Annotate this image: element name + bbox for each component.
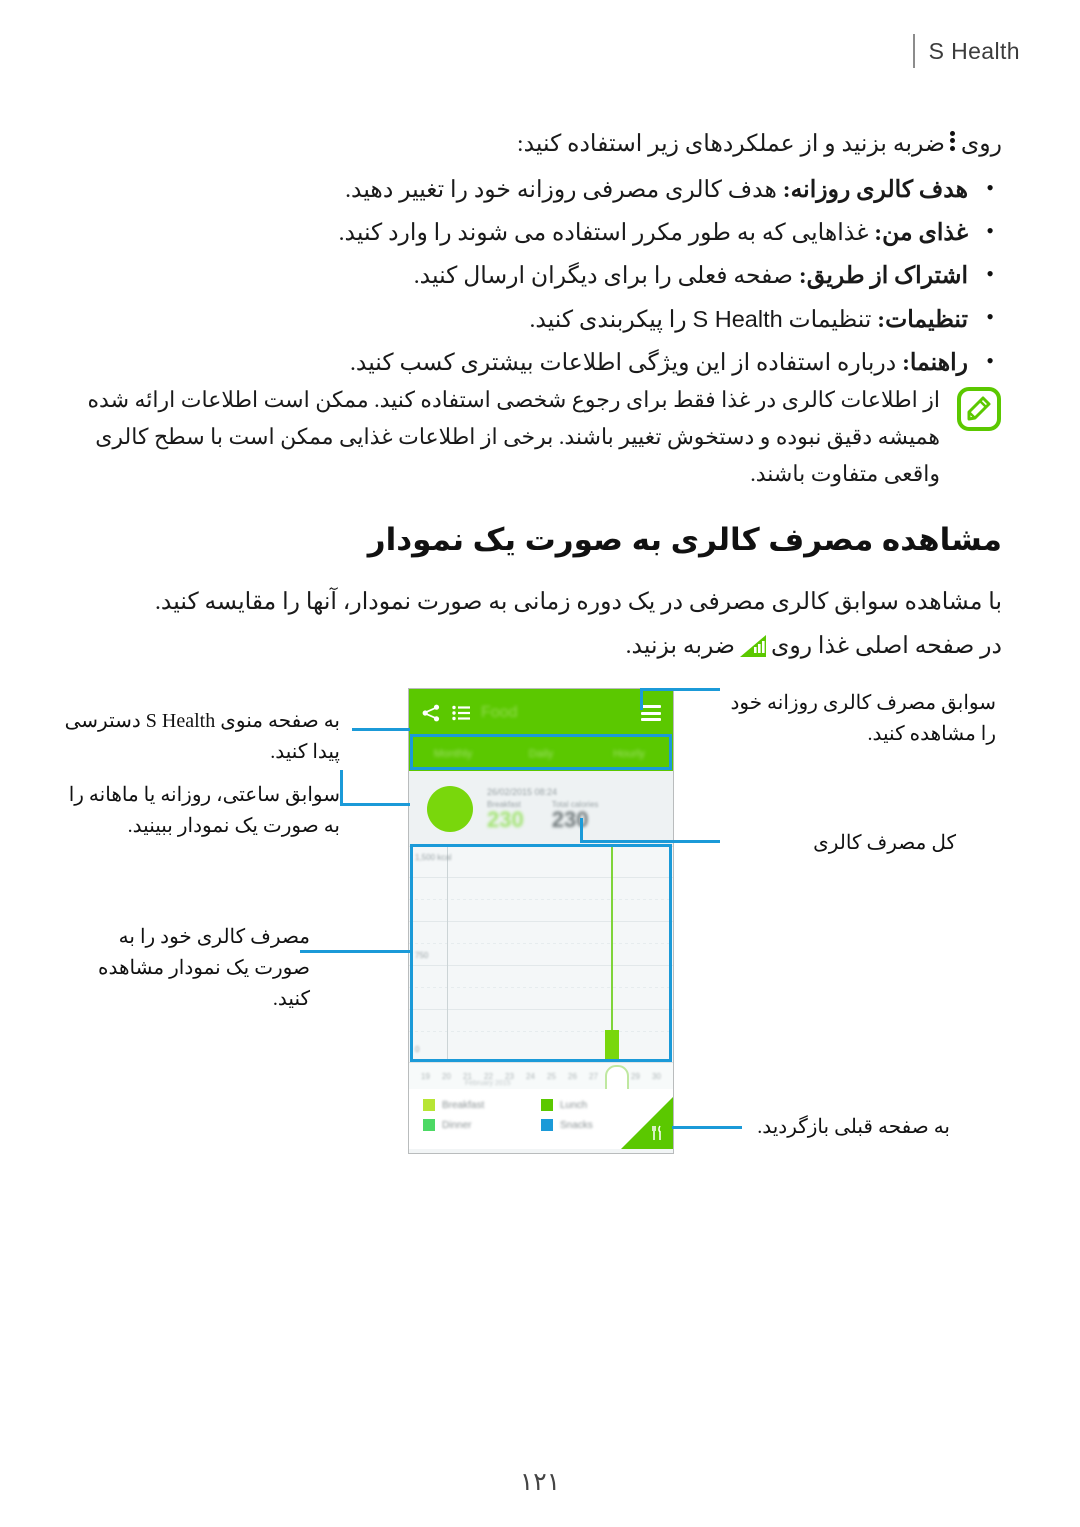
bullet-term: تنظیمات:	[877, 307, 968, 334]
bullet-desc: صفحه فعلی را برای دیگران ارسال کنید.	[413, 263, 794, 290]
bullet-term: اشتراک از طریق:	[798, 263, 968, 290]
section-line-2-before: در صفحه اصلی غذا روی	[770, 633, 1002, 660]
bullet-desc-after: را پیکربندی کنید.	[529, 307, 687, 334]
chart-y-axis	[447, 847, 448, 1062]
tab-strip: Hourly Daily Monthly	[409, 737, 673, 771]
tab-daily[interactable]: Daily	[497, 748, 585, 760]
callout-right-mid: کل مصرف کالری	[813, 832, 956, 854]
tab-hourly[interactable]: Hourly	[585, 748, 673, 760]
intro-text-before: روی	[960, 131, 1002, 157]
legend-label: Dinner	[442, 1119, 472, 1131]
leader-line-left-top	[352, 728, 410, 731]
bullet-desc-before: تنظیمات	[788, 307, 872, 334]
intro-text-after: ضربه بزنید و از عملکردهای زیر استفاده کن…	[517, 131, 945, 157]
leader-line-right-top	[640, 688, 720, 691]
summary-col-breakfast: Breakfast 230	[487, 800, 524, 831]
kebab-menu-icon	[948, 128, 958, 153]
legend-label: Snacks	[560, 1119, 593, 1131]
bullet-desc: غذاهایی که به طور مکرر استفاده می شوند ر…	[338, 220, 869, 247]
leader-line-left-mid	[340, 803, 410, 806]
section-body: با مشاهده سوابق کالری مصرفی در یک دوره ز…	[78, 582, 1002, 667]
chart-legend: Breakfast Lunch Dinner Snacks	[409, 1089, 673, 1149]
calorie-bar-chart[interactable]: 1,500 kcal 750 0	[409, 847, 673, 1063]
note-text: از اطلاعات کالری در غذا فقط برای رجوع شخ…	[87, 387, 941, 486]
summary-columns: Breakfast 230 Total calories 230	[487, 800, 663, 831]
summary-col-value: 230	[551, 806, 589, 832]
chart-y-label: 0	[415, 1045, 420, 1054]
legend-swatch-snacks	[541, 1119, 553, 1131]
page-number: ۱۲۱	[519, 1469, 561, 1496]
section-line-2-after: ضربه بزنید.	[625, 633, 735, 660]
list-item: غذای من: غذاهایی که به طور مکرر استفاده …	[78, 212, 994, 254]
x-tick: 26	[568, 1071, 577, 1081]
summary-row: 26/02/2015 08:24 Breakfast 230 Total cal…	[409, 771, 673, 847]
x-axis-caption: February 2015	[465, 1080, 511, 1087]
callout-left-bottom: مصرف کالری خود را به صورت یک نمودار مشاه…	[97, 926, 310, 1010]
header-divider	[912, 34, 915, 68]
bullet-term: غذای من:	[874, 220, 968, 247]
legend-label: Breakfast	[442, 1099, 485, 1111]
chart-y-label: 750	[415, 951, 429, 960]
summary-col-value: 230	[487, 806, 524, 832]
intro-paragraph: روی ضربه بزنید و از عملکردهای زیر استفاده…	[78, 124, 1002, 164]
list-icon[interactable]	[451, 704, 471, 722]
hamburger-icon[interactable]	[641, 705, 661, 721]
list-item: راهنما: درباره استفاده از این ویژگی اطلا…	[78, 342, 994, 384]
calorie-ring-indicator	[427, 785, 473, 832]
back-corner-button[interactable]	[621, 1097, 673, 1149]
x-tick: 24	[526, 1071, 535, 1081]
x-tick: 20	[442, 1071, 451, 1081]
list-item: هدف کالری روزانه: هدف کالری مصرفی روزانه…	[78, 169, 994, 211]
legend-item: Dinner	[423, 1119, 541, 1131]
callout-right-top: سوابق مصرف کالری روزانه خود را مشاهده کن…	[730, 692, 996, 745]
legend-item: Breakfast	[423, 1099, 541, 1111]
callout-left-mid: سوابق ساعتی، روزانه یا ماهانه را به صورت…	[68, 784, 340, 837]
bullet-term: راهنما:	[902, 349, 968, 376]
app-bar-title: Food	[481, 704, 518, 721]
leader-line-left-mid-v	[340, 770, 343, 806]
chart-x-axis: 19 20 21 22 23 24 25 26 27 28 29 30 Febr…	[409, 1063, 673, 1101]
summary-col-total: Total calories 230	[552, 800, 599, 831]
leader-line-right-mid-v	[580, 818, 583, 842]
share-icon[interactable]	[421, 704, 441, 722]
summary-date: 26/02/2015 08:24	[487, 786, 558, 797]
phone-mockup: Food Hourly Daily Monthly 26/02/2015 08:…	[408, 688, 674, 1154]
cutlery-icon	[649, 1125, 665, 1141]
x-tick: 30	[652, 1071, 661, 1081]
legend-swatch-dinner	[423, 1119, 435, 1131]
callout-right-bottom: به صفحه قبلی بازگردید.	[757, 1116, 950, 1138]
leader-line-right-top-v	[640, 688, 643, 710]
list-item: تنظیمات: تنظیمات S Health را پیکربندی کن…	[78, 298, 995, 341]
note-callout: از اطلاعات کالری در غذا فقط برای رجوع شخ…	[78, 382, 1002, 493]
section-heading: مشاهده مصرف کالری به صورت یک نمودار	[367, 522, 1002, 557]
page-header: S Health	[912, 34, 1020, 68]
list-item: اشتراک از طریق: صفحه فعلی را برای دیگران…	[78, 255, 994, 297]
section-line-1: با مشاهده سوابق کالری مصرفی در یک دوره ز…	[155, 589, 1002, 615]
bullet-ltr-word: S Health	[692, 306, 783, 333]
note-pencil-icon	[956, 386, 1002, 432]
figure-annotated-screenshot: Food Hourly Daily Monthly 26/02/2015 08:…	[0, 688, 1080, 1168]
bar-chart-icon	[739, 630, 766, 658]
leader-line-left-bottom	[300, 950, 410, 953]
chart-bar	[605, 1030, 619, 1062]
legend-swatch-breakfast	[423, 1099, 435, 1111]
bullet-desc: هدف کالری مصرفی روزانه خود را تغییر دهید…	[345, 177, 777, 204]
bullet-term: هدف کالری روزانه:	[782, 177, 968, 204]
x-tick: 19	[421, 1071, 430, 1081]
legend-label: Lunch	[560, 1099, 588, 1111]
feature-bullet-list: هدف کالری روزانه: هدف کالری مصرفی روزانه…	[78, 169, 1002, 384]
bullet-desc: درباره استفاده از این ویژگی اطلاعات بیشت…	[349, 349, 897, 376]
page-title: S Health	[928, 37, 1020, 64]
x-tick: 25	[547, 1071, 556, 1081]
legend-swatch-lunch	[541, 1099, 553, 1111]
body-text-block: روی ضربه بزنید و از عملکردهای زیر استفاده…	[78, 124, 1002, 386]
tab-monthly[interactable]: Monthly	[409, 748, 497, 760]
section-line-2: در صفحه اصلی غذا روی ضربه بزنید.	[78, 626, 1002, 666]
leader-line-right-mid	[580, 840, 720, 843]
app-bar: Food	[409, 689, 673, 737]
leader-line-left-top-v	[352, 728, 355, 730]
chart-y-label: 1,500 kcal	[415, 853, 452, 862]
x-tick: 27	[589, 1071, 598, 1081]
callout-left-top: به صفحه منوی S Health دسترسی پیدا کنید.	[64, 710, 340, 763]
